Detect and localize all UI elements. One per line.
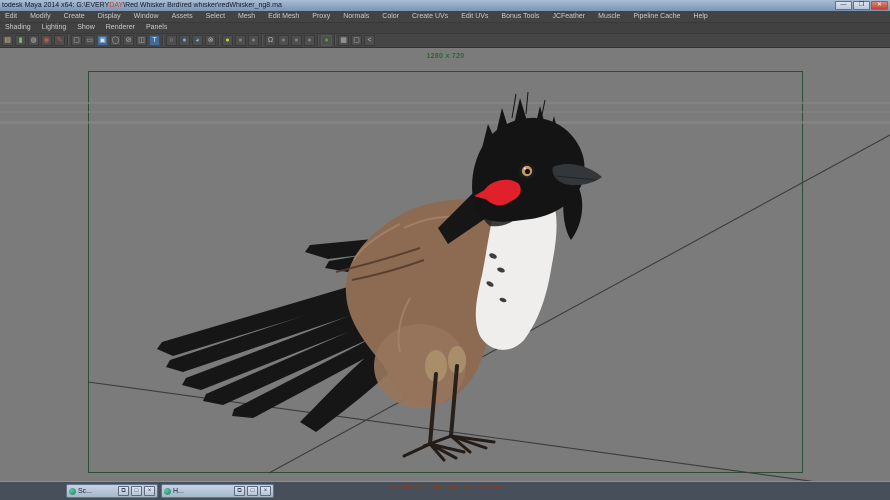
wireframe-icon[interactable]: ○ xyxy=(166,35,177,46)
grease-brush-icon[interactable]: ✎ xyxy=(54,35,65,46)
isolate-select-icon[interactable]: ● xyxy=(321,35,332,46)
menu-create-uvs[interactable]: Create UVs xyxy=(412,13,448,20)
menu-mesh[interactable]: Mesh xyxy=(238,13,255,20)
menu-assets[interactable]: Assets xyxy=(172,13,193,20)
grease-pencil-icon[interactable]: ▤ xyxy=(2,35,13,46)
film-gate-icon[interactable]: ▭ xyxy=(84,35,95,46)
toolbar-divider[interactable] xyxy=(317,34,319,46)
menu-proxy[interactable]: Proxy xyxy=(312,13,330,20)
menu-modify[interactable]: Modify xyxy=(30,13,51,20)
window-title: todesk Maya 2014 x64: G:\EVERYDAY\Red Wh… xyxy=(2,2,282,9)
window-title-highlight: DAY xyxy=(109,2,123,9)
panel-menu-show[interactable]: Show xyxy=(77,24,95,31)
textured-icon[interactable]: ◕ xyxy=(192,35,203,46)
gate-mask-icon[interactable]: ◯ xyxy=(110,35,121,46)
menu-display[interactable]: Display xyxy=(98,13,121,20)
bottom-bar: redWhisker_lighting:renderCam Sc... ⧉ □ … xyxy=(0,481,890,500)
menu-edit-uvs[interactable]: Edit UVs xyxy=(461,13,488,20)
bird-eye xyxy=(519,163,535,179)
maximize-button[interactable]: □ xyxy=(247,486,258,496)
maya-doc-icon xyxy=(69,488,76,495)
pan-zoom-icon[interactable]: ◉ xyxy=(41,35,52,46)
title-bar[interactable]: todesk Maya 2014 x64: G:\EVERYDAY\Red Wh… xyxy=(0,0,890,11)
field-chart-icon[interactable]: ⊘ xyxy=(123,35,134,46)
image-plane-icon[interactable]: ◍ xyxy=(28,35,39,46)
menu-edit-mesh[interactable]: Edit Mesh xyxy=(268,13,299,20)
horizon-lines xyxy=(0,102,890,124)
close-button[interactable]: ✕ xyxy=(871,1,888,10)
menu-create[interactable]: Create xyxy=(64,13,85,20)
menu-color[interactable]: Color xyxy=(382,13,399,20)
restore-button[interactable]: ⧉ xyxy=(118,486,129,496)
default-light-icon[interactable]: ● xyxy=(235,35,246,46)
menu-muscle[interactable]: Muscle xyxy=(598,13,620,20)
viewport-scene xyxy=(0,48,890,481)
close-button[interactable]: × xyxy=(144,486,155,496)
menu-window[interactable]: Window xyxy=(134,13,159,20)
bird-feet xyxy=(404,436,494,460)
xray-icon[interactable]: ▦ xyxy=(338,35,349,46)
menu-bonus-tools[interactable]: Bonus Tools xyxy=(501,13,539,20)
resolution-gate-icon[interactable]: ▣ xyxy=(97,35,108,46)
maya-window: todesk Maya 2014 x64: G:\EVERYDAY\Red Wh… xyxy=(0,0,890,500)
toolbar-divider[interactable] xyxy=(162,34,164,46)
panel-menu-panels[interactable]: Panels xyxy=(146,24,167,31)
main-menu-bar: Edit Modify Create Display Window Assets Selec… xyxy=(0,11,890,23)
select-camera-icon[interactable]: ▢ xyxy=(71,35,82,46)
menu-pipeline-cache[interactable]: Pipeline Cache xyxy=(633,13,680,20)
restore-button[interactable]: ⧉ xyxy=(234,486,245,496)
minimized-window-script-editor[interactable]: Sc... ⧉ □ × xyxy=(66,484,158,498)
motion-blur-icon[interactable]: ● xyxy=(291,35,302,46)
bird-model[interactable] xyxy=(157,92,602,460)
maximize-button[interactable]: □ xyxy=(131,486,142,496)
close-button[interactable]: × xyxy=(260,486,271,496)
window-controls: — ❐ ✕ xyxy=(835,1,888,10)
smooth-shade-icon[interactable]: ● xyxy=(179,35,190,46)
safe-title-icon[interactable]: T xyxy=(149,35,160,46)
minimized-window-hypershade[interactable]: H... ⧉ □ × xyxy=(161,484,274,498)
menu-help[interactable]: Help xyxy=(693,13,707,20)
maya-doc-icon xyxy=(164,488,171,495)
minimized-window-title: H... xyxy=(173,488,232,495)
minimized-windows: Sc... ⧉ □ × H... ⧉ □ × xyxy=(66,484,274,498)
toolbar-divider[interactable] xyxy=(334,34,336,46)
menu-select[interactable]: Select xyxy=(206,13,225,20)
menu-jcfeather[interactable]: JCFeather xyxy=(552,13,585,20)
ambient-occlusion-icon[interactable]: ● xyxy=(278,35,289,46)
panel-menu-renderer[interactable]: Renderer xyxy=(106,24,135,31)
xray-joints-icon[interactable]: ▢ xyxy=(351,35,362,46)
maximize-button[interactable]: ❐ xyxy=(853,1,870,10)
panel-toolbar: ▤▮◍◉✎▢▭▣◯⊘◫T○●◕⊗●●●Ω●●●●▦▢< xyxy=(0,34,890,48)
toolbar-divider[interactable] xyxy=(67,34,69,46)
perspective-viewport[interactable]: 1280 x 720 xyxy=(0,48,890,481)
minimized-window-title: Sc... xyxy=(78,488,116,495)
minimize-button[interactable]: — xyxy=(835,1,852,10)
plugin-display-icon[interactable]: < xyxy=(364,35,375,46)
multisample-icon[interactable]: ● xyxy=(304,35,315,46)
panel-menu-shading[interactable]: Shading xyxy=(5,24,31,31)
toolbar-divider[interactable] xyxy=(218,34,220,46)
no-lights-icon[interactable]: ● xyxy=(248,35,259,46)
panel-menu-lighting[interactable]: Lighting xyxy=(42,24,67,31)
menu-edit[interactable]: Edit xyxy=(5,13,17,20)
safe-action-icon[interactable]: ◫ xyxy=(136,35,147,46)
bookmark-icon[interactable]: ▮ xyxy=(15,35,26,46)
panel-menu-bar: Shading Lighting Show Renderer Panels xyxy=(0,23,890,34)
all-lights-icon[interactable]: ● xyxy=(222,35,233,46)
toolbar-divider[interactable] xyxy=(261,34,263,46)
default-material-icon[interactable]: ⊗ xyxy=(205,35,216,46)
menu-normals[interactable]: Normals xyxy=(343,13,369,20)
shadows-icon[interactable]: Ω xyxy=(265,35,276,46)
